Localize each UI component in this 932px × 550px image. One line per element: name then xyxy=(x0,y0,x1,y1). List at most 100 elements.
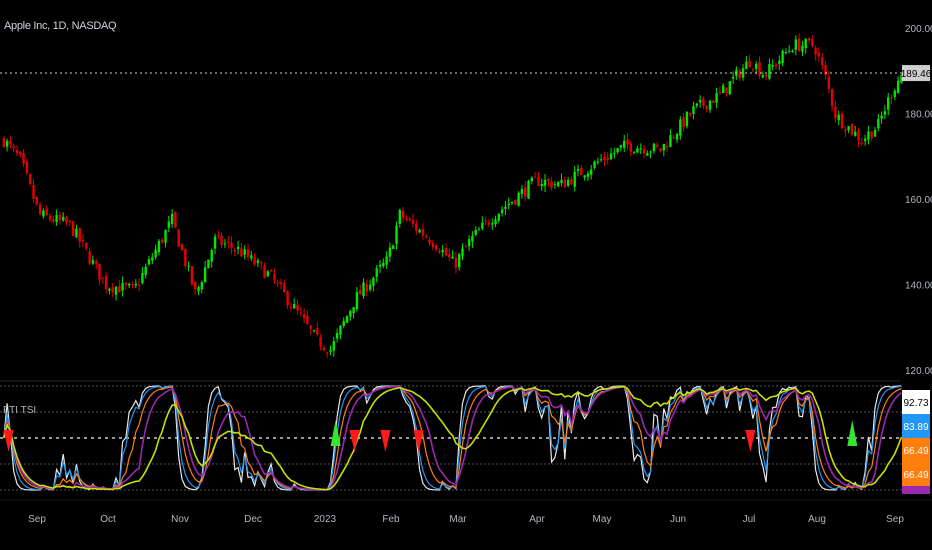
candle-body xyxy=(375,268,378,277)
candle-body xyxy=(421,229,425,236)
candle-body xyxy=(42,210,45,217)
candle-body xyxy=(609,153,613,160)
candle-body xyxy=(784,52,788,54)
candle-body xyxy=(316,328,319,335)
candle-body xyxy=(339,325,342,335)
candle-body xyxy=(382,262,385,267)
candle-body xyxy=(596,161,600,163)
candle-body xyxy=(415,223,418,231)
candle-body xyxy=(227,241,230,243)
candle-body xyxy=(15,149,19,154)
candle-body xyxy=(253,256,256,265)
candle-body xyxy=(81,239,85,242)
candle-body xyxy=(134,283,138,286)
candle-body xyxy=(557,182,560,187)
candle-body xyxy=(161,239,164,243)
candle-body xyxy=(464,246,468,248)
candle-body xyxy=(507,203,510,206)
candle-body xyxy=(718,91,722,93)
candle-body xyxy=(200,282,204,290)
time-axis-tick: Oct xyxy=(100,514,116,525)
candle-body xyxy=(322,347,326,350)
candle-body xyxy=(385,256,388,265)
candle-body xyxy=(497,213,501,221)
candle-body xyxy=(121,282,124,291)
candle-body xyxy=(715,93,718,103)
candle-body xyxy=(896,80,900,94)
candle-body xyxy=(708,100,712,110)
candle-body xyxy=(530,177,534,182)
time-axis-tick: May xyxy=(593,514,612,525)
candle-body xyxy=(613,152,616,154)
candle-body xyxy=(837,114,840,121)
candle-body xyxy=(537,176,540,186)
candle-body xyxy=(527,180,530,199)
candle-body xyxy=(184,249,187,267)
candle-body xyxy=(223,243,227,245)
candle-body xyxy=(649,151,652,153)
candle-body xyxy=(398,209,402,224)
candle-body xyxy=(131,283,134,285)
candle-body xyxy=(147,258,151,265)
candle-body xyxy=(217,234,220,236)
candle-body xyxy=(712,100,715,104)
candle-body xyxy=(467,239,471,247)
candle-body xyxy=(477,229,481,231)
time-axis-tick: Sep xyxy=(28,514,46,525)
candle-body xyxy=(850,123,854,135)
indicator-label: FTI TSI xyxy=(3,405,37,416)
candle-body xyxy=(646,152,649,156)
candle-body xyxy=(246,249,250,258)
candle-body xyxy=(78,228,81,242)
candle-body xyxy=(504,206,507,209)
candle-body xyxy=(745,61,748,70)
candle-body xyxy=(656,144,659,147)
candle-body xyxy=(220,235,223,245)
candle-body xyxy=(636,148,639,153)
candle-body xyxy=(98,263,101,280)
candle-body xyxy=(177,229,180,247)
candle-body xyxy=(35,196,39,205)
candle-body xyxy=(811,39,814,46)
time-axis-tick: 2023 xyxy=(314,514,337,525)
candle-body xyxy=(170,213,174,225)
buy-signal-arrow xyxy=(847,420,858,446)
candle-body xyxy=(877,118,880,128)
price-axis-tick: 160.00 xyxy=(905,195,932,206)
candle-body xyxy=(834,106,837,119)
candle-body xyxy=(606,157,609,160)
sell-signal-arrow xyxy=(349,430,360,452)
candle-body xyxy=(194,281,197,290)
candle-body xyxy=(510,201,514,204)
candle-body xyxy=(372,277,375,286)
candle-body xyxy=(580,168,583,176)
candle-body xyxy=(626,139,629,145)
candle-body xyxy=(276,282,279,284)
candle-body xyxy=(679,119,682,136)
indicator-value-label: 83.89 xyxy=(903,422,928,433)
last-price-label: 189.46 xyxy=(901,69,932,80)
indicator-value-label: 92.73 xyxy=(903,398,928,409)
chart-canvas[interactable]: 200.00 180.00 160.00 140.00 120.00 Sep Oct Nov D… xyxy=(0,0,932,550)
candle-body xyxy=(128,283,131,286)
candle-body xyxy=(71,221,75,236)
price-axis-tick: 200.00 xyxy=(905,24,932,35)
candle-body xyxy=(642,148,646,154)
candle-body xyxy=(405,218,408,221)
candle-body xyxy=(722,85,725,94)
candle-body xyxy=(629,143,633,152)
candle-body xyxy=(48,216,52,220)
time-axis-tick: Sep xyxy=(886,514,904,525)
candle-body xyxy=(101,277,105,279)
candle-body xyxy=(286,291,289,306)
candle-body xyxy=(104,275,108,290)
indicator-value-label: 66.49 xyxy=(903,446,928,457)
candle-body xyxy=(817,52,821,57)
candle-body xyxy=(451,256,454,259)
candle-body xyxy=(190,266,194,285)
candle-body xyxy=(326,352,329,354)
candle-body xyxy=(867,131,870,140)
candle-body xyxy=(725,87,728,93)
candle-body xyxy=(603,156,606,161)
candle-body xyxy=(144,266,147,275)
